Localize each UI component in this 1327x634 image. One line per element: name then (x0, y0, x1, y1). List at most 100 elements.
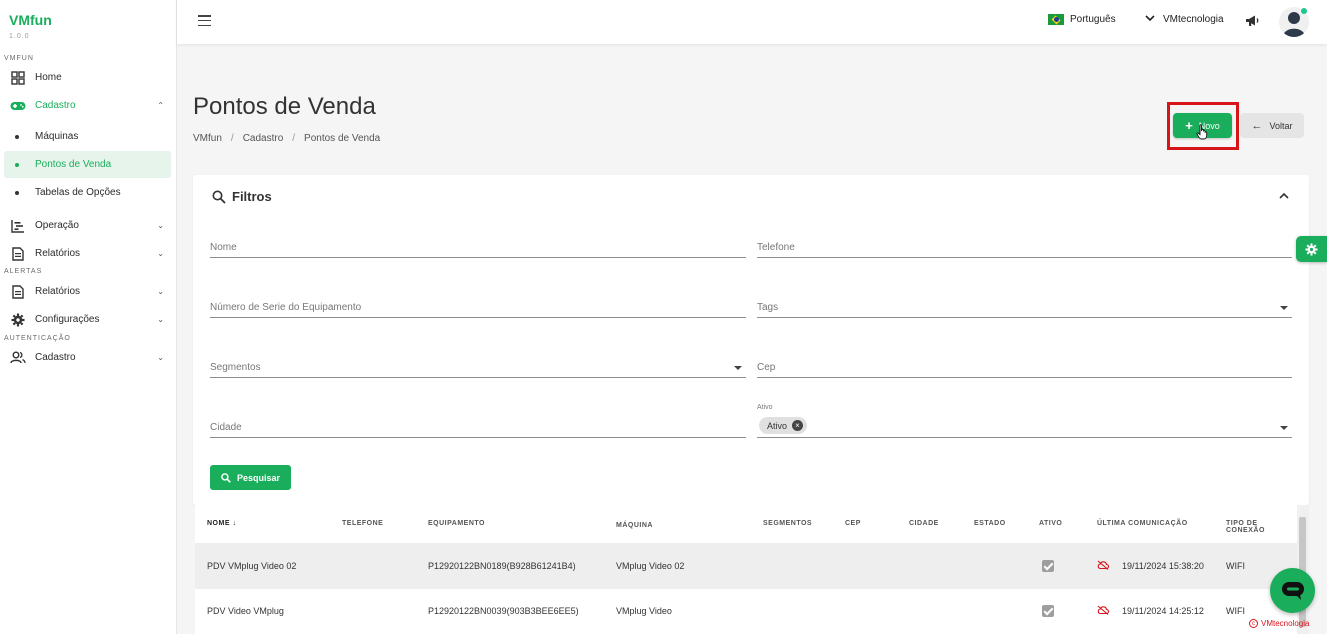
ativo-chip-label: Ativo (767, 420, 788, 431)
sidebar-item-label: Relatórios (35, 286, 81, 297)
sidebar-item-label: Home (35, 72, 62, 83)
nome-field[interactable]: Nome (210, 234, 746, 258)
voltar-button[interactable]: ← Voltar (1240, 113, 1304, 138)
dashboard-icon (10, 70, 26, 86)
cell-nome: PDV VMplug Video 02 (207, 561, 297, 571)
cell-nome: PDV Video VMplug (207, 606, 284, 616)
chevron-up-icon[interactable] (1279, 191, 1289, 202)
close-icon[interactable]: × (792, 420, 804, 431)
bullet-icon (15, 134, 19, 139)
search-icon (212, 190, 226, 204)
cidade-field[interactable]: Cidade (210, 414, 746, 438)
bullet-icon (15, 190, 19, 195)
footer-brand[interactable]: c VMtecnologia (1249, 619, 1309, 628)
sidebar-subitem-label: Máquinas (35, 131, 79, 142)
gear-icon (1305, 242, 1318, 256)
sidebar-item-home[interactable]: Home (4, 64, 172, 91)
cell-equipamento: P12920122BN0039(903B3BEE6EE5) (428, 606, 579, 616)
sidebar-subitem-label: Pontos de Venda (35, 159, 112, 170)
settings-float-button[interactable] (1296, 236, 1327, 262)
chevron-down-icon: ⌄ (157, 287, 164, 296)
telefone-field[interactable]: Telefone (757, 234, 1292, 258)
column-header-maquina[interactable]: MÁQUINA (616, 522, 653, 529)
sidebar-item-label: Cadastro (35, 352, 76, 363)
column-header-equipamento[interactable]: EQUIPAMENTO (428, 520, 485, 527)
megaphone-icon[interactable] (1245, 14, 1261, 30)
breadcrumb-separator: / (230, 133, 234, 144)
sidebar-item-label: Configurações (35, 314, 100, 325)
chevron-down-icon: ⌄ (157, 315, 164, 324)
copyright-icon: c (1249, 619, 1258, 628)
language-selector[interactable]: Português (1048, 14, 1116, 25)
sidebar-subitem-tabelas-de-opcoes[interactable]: Tabelas de Opções (4, 179, 171, 206)
breadcrumb-item[interactable]: Cadastro (243, 133, 284, 144)
pontos-de-venda-table: NOME ↓ TELEFONE EQUIPAMENTO MÁQUINA SEGM… (195, 505, 1297, 634)
ativo-chip: Ativo × (759, 417, 808, 434)
chat-button[interactable] (1270, 568, 1315, 613)
table-row[interactable]: PDV VMplug Video 02 P12920122BN0189(B928… (195, 543, 1297, 589)
sidebar-subitem-maquinas[interactable]: Máquinas (4, 123, 171, 150)
mouse-pointer-icon (1196, 124, 1208, 145)
column-header-estado[interactable]: ESTADO (974, 520, 1006, 527)
chevron-down-icon: ⌄ (157, 249, 164, 258)
pesquisar-button[interactable]: Pesquisar (210, 465, 291, 490)
cidade-placeholder: Cidade (210, 422, 242, 433)
sidebar-item-auth-cadastro[interactable]: Cadastro ⌄ (4, 344, 172, 371)
sidebar-subitem-pontos-de-venda[interactable]: Pontos de Venda (4, 151, 171, 178)
sidebar-item-relatorios[interactable]: Relatórios ⌄ (4, 240, 172, 267)
column-header-telefone[interactable]: TELEFONE (342, 520, 383, 527)
voltar-button-label: Voltar (1269, 120, 1293, 131)
sidebar-item-label: Cadastro (35, 100, 76, 111)
column-header-cidade[interactable]: CIDADE (909, 520, 939, 527)
search-icon (221, 472, 231, 483)
cell-maquina: VMplug Video (616, 606, 672, 616)
segmentos-select[interactable]: Segmentos (210, 354, 746, 378)
bullet-icon (15, 162, 19, 167)
cep-field[interactable]: Cep (757, 354, 1292, 378)
filters-card: Filtros Nome Telefone Número de Serie do… (193, 175, 1309, 505)
gear-icon (10, 312, 26, 328)
section-label-autenticacao: AUTENTICAÇÃO (4, 335, 71, 342)
sidebar-item-configuracoes[interactable]: Configurações ⌄ (4, 306, 172, 333)
breadcrumb-item-current: Pontos de Venda (304, 133, 381, 144)
sidebar-item-operacao[interactable]: Operação ⌄ (4, 212, 172, 239)
ativo-label: Ativo (757, 404, 773, 411)
sidebar-item-alertas-relatorios[interactable]: Relatórios ⌄ (4, 278, 172, 305)
column-header-ultima-comunicacao[interactable]: ÚLTIMA COMUNICAÇÃO (1097, 520, 1188, 527)
section-label-vmfun: VMFUN (4, 55, 34, 62)
telefone-placeholder: Telefone (757, 242, 795, 253)
company-selector[interactable]: VMtecnologia (1145, 14, 1224, 25)
numero-serie-field[interactable]: Número de Serie do Equipamento (210, 294, 746, 318)
cell-tipo-de-conexao: WIFI (1226, 561, 1245, 571)
ativo-select[interactable]: Ativo Ativo × (757, 404, 1292, 438)
breadcrumb-item[interactable]: VMfun (193, 133, 222, 144)
tags-select[interactable]: Tags (757, 294, 1292, 318)
online-status-dot (1301, 8, 1307, 14)
sidebar-item-label: Relatórios (35, 248, 81, 259)
tags-placeholder: Tags (757, 302, 779, 313)
arrow-left-icon: ← (1251, 119, 1263, 132)
brazil-flag-icon (1048, 14, 1064, 25)
column-header-label: NOME (207, 520, 230, 527)
column-header-tipo-de-conexao[interactable]: TIPO DE CONEXÃO (1226, 520, 1297, 534)
checkbox-checked-icon (1042, 605, 1054, 617)
sidebar-item-cadastro[interactable]: Cadastro ⌃ (4, 92, 172, 119)
chevron-up-icon: ⌃ (157, 101, 164, 110)
filters-title: Filtros (212, 189, 272, 204)
column-header-segmentos[interactable]: SEGMENTOS (763, 520, 812, 527)
column-header-cep[interactable]: CEP (845, 520, 861, 527)
dropdown-arrow-icon (734, 366, 742, 370)
table-row[interactable]: PDV Video VMplug P12920122BN0039(903B3BE… (195, 589, 1297, 634)
sidebar-subitem-label: Tabelas de Opções (35, 187, 121, 198)
breadcrumb: VMfun / Cadastro / Pontos de Venda (193, 133, 380, 144)
cell-equipamento: P12920122BN0189(B928B61241B4) (428, 561, 576, 571)
column-header-nome[interactable]: NOME ↓ (207, 520, 236, 527)
document-icon (10, 284, 26, 300)
app-name: VMfun (9, 12, 52, 28)
menu-icon[interactable] (198, 15, 211, 26)
numero-serie-placeholder: Número de Serie do Equipamento (210, 302, 362, 313)
cloud-off-icon (1097, 560, 1110, 572)
chevron-down-icon (1145, 14, 1155, 25)
column-header-ativo[interactable]: ATIVO (1039, 520, 1062, 527)
cloud-off-icon (1097, 605, 1110, 617)
